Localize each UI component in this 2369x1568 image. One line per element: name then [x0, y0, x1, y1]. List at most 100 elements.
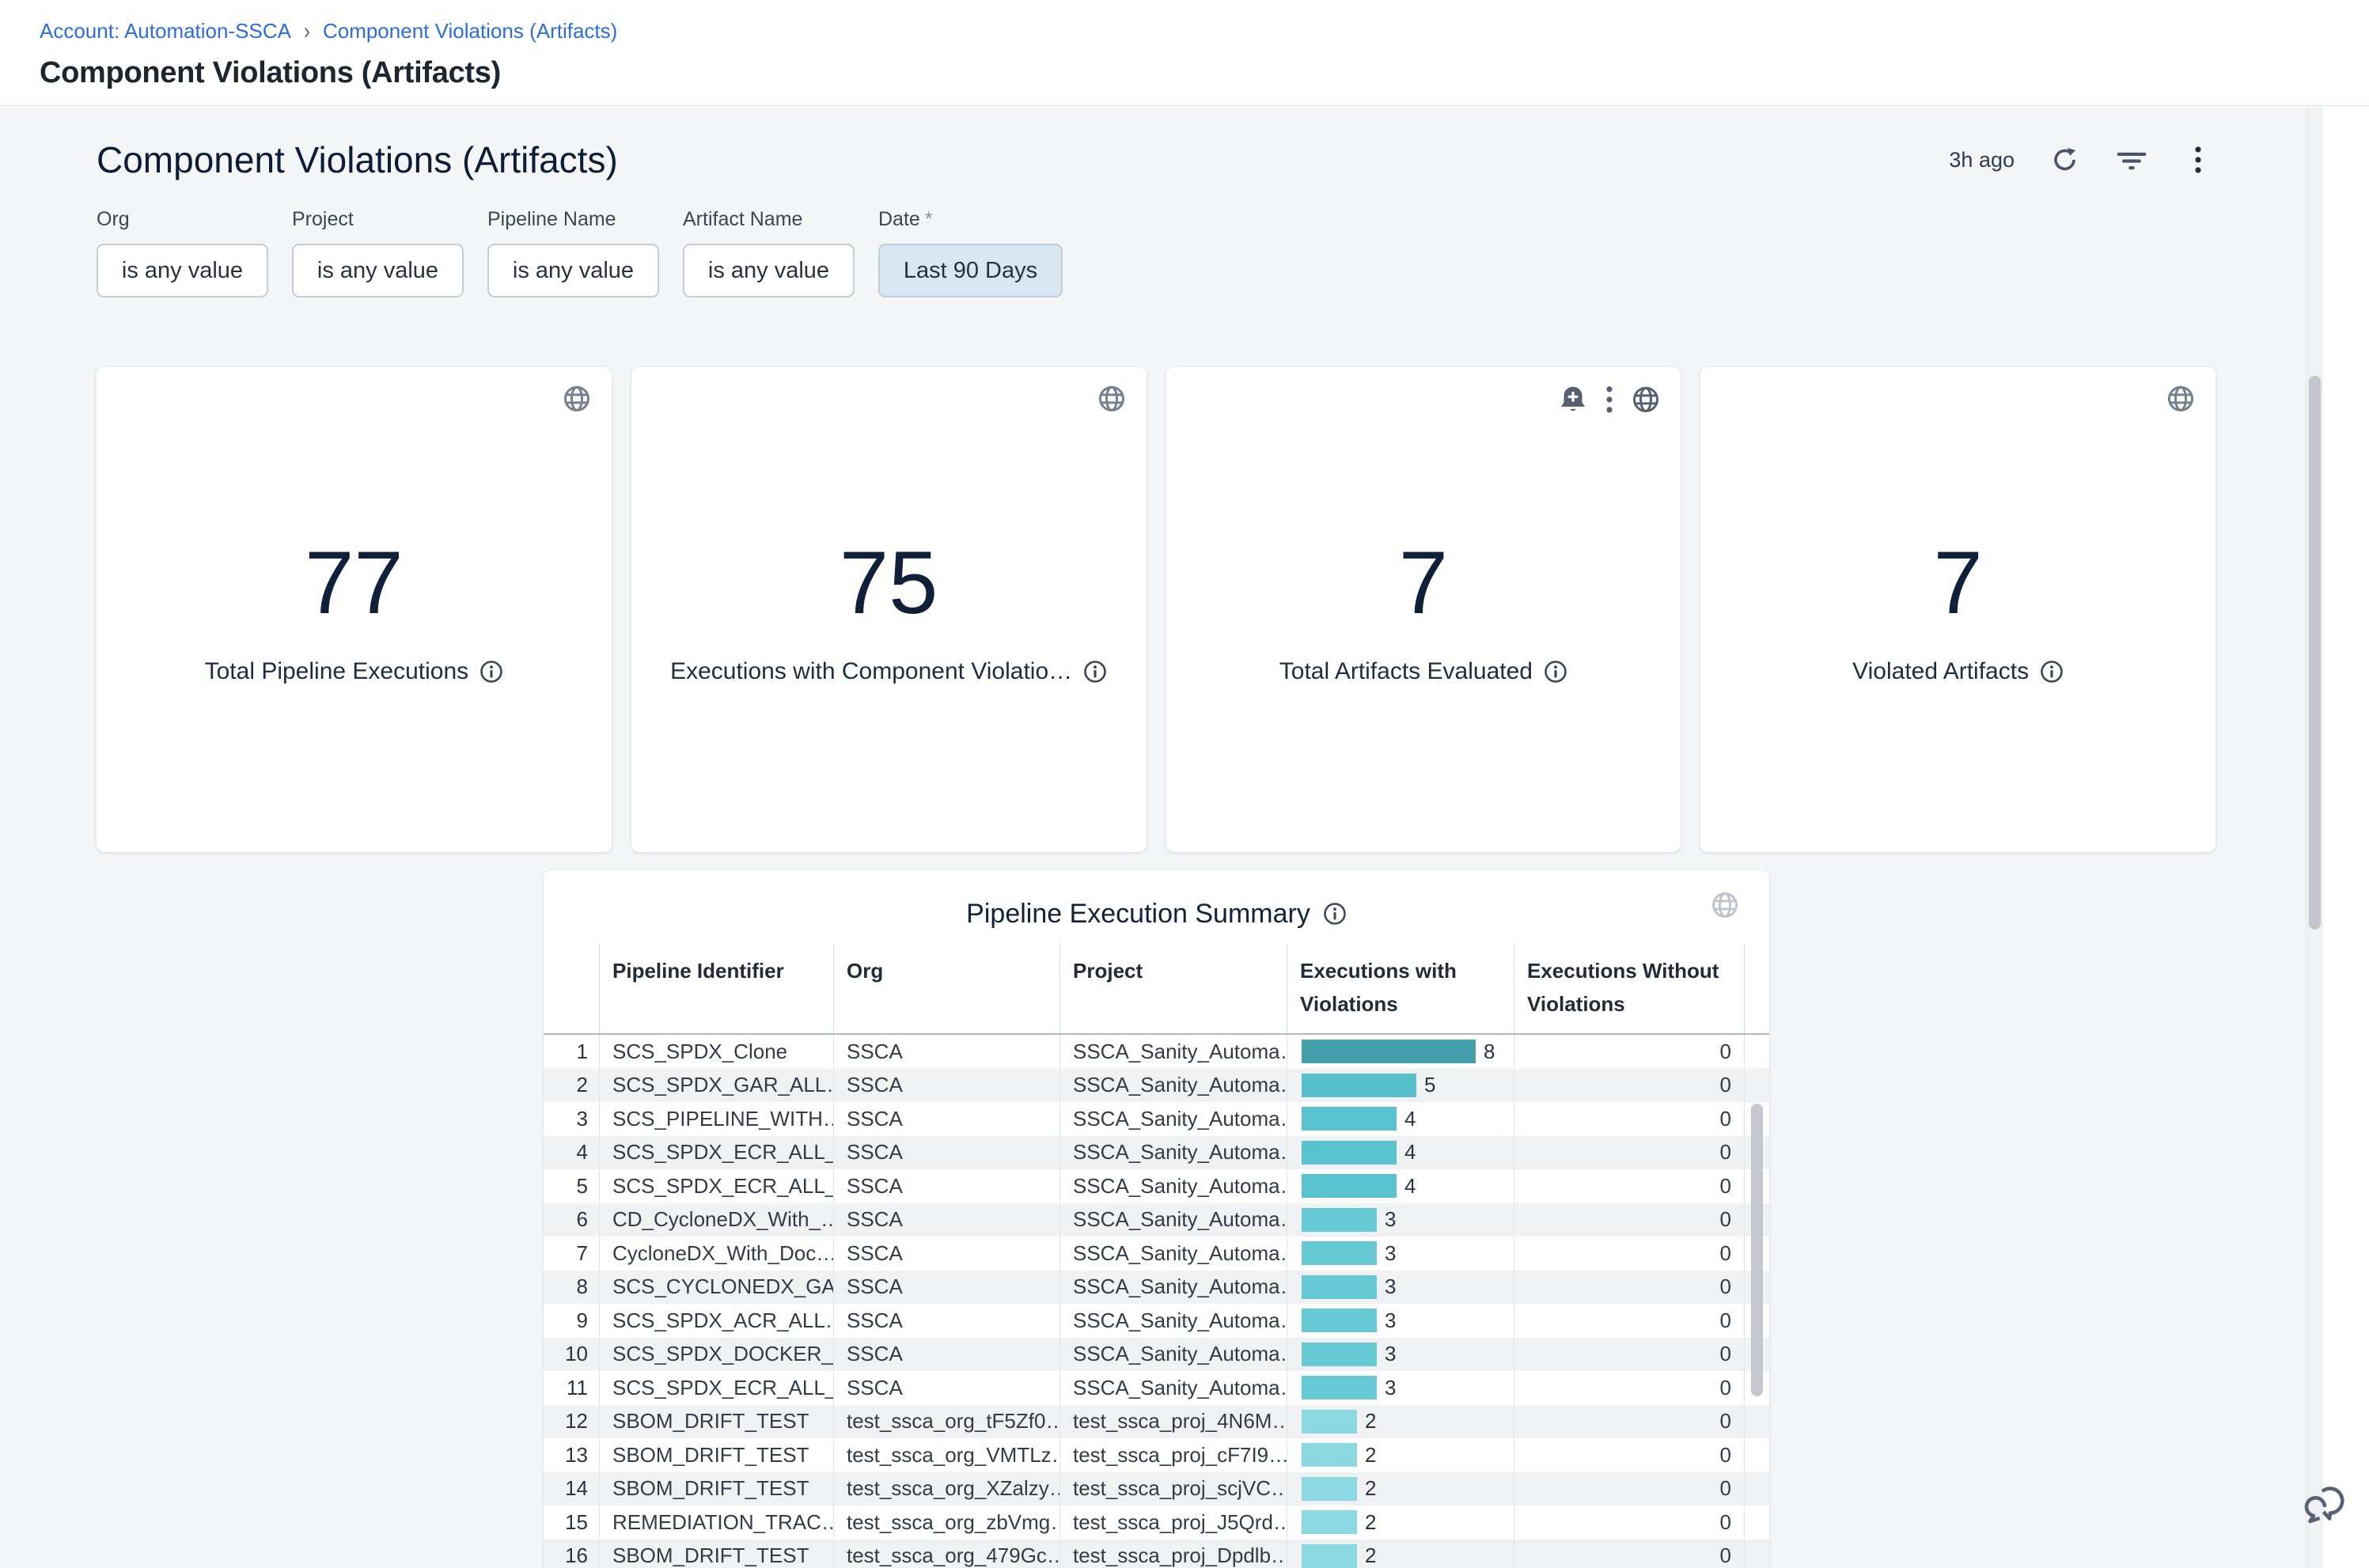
filter-pipeline-name-value-button[interactable]: is any value	[487, 244, 659, 297]
project-cell[interactable]: SSCA_Sanity_Automa…	[1060, 1035, 1287, 1069]
refresh-icon[interactable]	[2049, 144, 2081, 176]
filter-org-value-button[interactable]: is any value	[97, 244, 268, 297]
globe-icon[interactable]	[563, 384, 591, 413]
globe-icon[interactable]	[1711, 891, 1739, 919]
org-cell[interactable]: SSCA	[834, 1338, 1060, 1372]
violations-bar[interactable]	[1302, 1343, 1377, 1366]
violations-bar[interactable]	[1302, 1241, 1377, 1265]
executions-with-violations-cell[interactable]: 2	[1287, 1540, 1514, 1568]
violations-bar[interactable]	[1302, 1477, 1357, 1501]
org-cell[interactable]: SSCA	[834, 1169, 1060, 1203]
project-cell[interactable]: SSCA_Sanity_Automa…	[1060, 1069, 1287, 1103]
pipeline-identifier-cell[interactable]: SCS_SPDX_DOCKER_…	[600, 1338, 834, 1372]
project-cell[interactable]: SSCA_Sanity_Automa…	[1060, 1169, 1287, 1203]
project-cell[interactable]: SSCA_Sanity_Automa…	[1060, 1203, 1287, 1237]
column-header-project[interactable]: Project	[1060, 943, 1287, 1033]
executions-without-violations-cell[interactable]: 0	[1514, 1203, 1745, 1237]
violations-bar[interactable]	[1302, 1275, 1377, 1299]
violations-bar[interactable]	[1302, 1510, 1357, 1534]
executions-with-violations-cell[interactable]: 3	[1287, 1203, 1514, 1237]
executions-with-violations-cell[interactable]: 4	[1287, 1102, 1514, 1136]
org-cell[interactable]: test_ssca_org_tF5Zf0…	[834, 1405, 1060, 1439]
project-cell[interactable]: SSCA_Sanity_Automa…	[1060, 1102, 1287, 1136]
project-cell[interactable]: SSCA_Sanity_Automa…	[1060, 1304, 1287, 1338]
pipeline-identifier-cell[interactable]: SCS_SPDX_ECR_ALL_…	[600, 1371, 834, 1405]
globe-icon[interactable]	[1097, 384, 1126, 413]
org-cell[interactable]: SSCA	[834, 1136, 1060, 1170]
filter-icon[interactable]	[2116, 144, 2147, 176]
pipeline-identifier-cell[interactable]: SBOM_DRIFT_TEST	[600, 1472, 834, 1506]
executions-with-violations-cell[interactable]: 2	[1287, 1506, 1514, 1540]
executions-without-violations-cell[interactable]: 0	[1514, 1472, 1745, 1506]
pipeline-identifier-cell[interactable]: CD_CycloneDX_With_…	[600, 1203, 834, 1237]
executions-with-violations-cell[interactable]: 3	[1287, 1237, 1514, 1271]
org-cell[interactable]: SSCA	[834, 1069, 1060, 1103]
org-cell[interactable]: SSCA	[834, 1203, 1060, 1237]
executions-with-violations-cell[interactable]: 3	[1287, 1338, 1514, 1372]
pipeline-identifier-cell[interactable]: SCS_SPDX_ECR_ALL_…	[600, 1136, 834, 1170]
project-cell[interactable]: SSCA_Sanity_Automa…	[1060, 1271, 1287, 1305]
page-scrollbar-thumb[interactable]	[2309, 376, 2321, 930]
violations-bar[interactable]	[1302, 1376, 1377, 1399]
project-cell[interactable]: SSCA_Sanity_Automa…	[1060, 1136, 1287, 1170]
org-cell[interactable]: test_ssca_org_XZalzy…	[834, 1472, 1060, 1506]
filter-artifact-name-value-button[interactable]: is any value	[683, 244, 855, 297]
executions-without-violations-cell[interactable]: 0	[1514, 1438, 1745, 1472]
executions-without-violations-cell[interactable]: 0	[1514, 1304, 1745, 1338]
violations-bar[interactable]	[1302, 1208, 1377, 1232]
info-icon[interactable]	[1083, 660, 1107, 684]
executions-with-violations-cell[interactable]: 8	[1287, 1035, 1514, 1069]
executions-with-violations-cell[interactable]: 4	[1287, 1136, 1514, 1170]
executions-without-violations-cell[interactable]: 0	[1514, 1506, 1745, 1540]
org-cell[interactable]: SSCA	[834, 1102, 1060, 1136]
info-icon[interactable]	[1323, 902, 1347, 926]
executions-with-violations-cell[interactable]: 3	[1287, 1271, 1514, 1305]
filter-date-value-button[interactable]: Last 90 Days	[878, 244, 1063, 297]
org-cell[interactable]: SSCA	[834, 1371, 1060, 1405]
alert-bell-add-icon[interactable]	[1559, 384, 1587, 415]
column-header-row-number[interactable]	[544, 943, 600, 1033]
project-cell[interactable]: test_ssca_proj_Dpdlb…	[1060, 1540, 1287, 1568]
pipeline-identifier-cell[interactable]: SCS_SPDX_Clone	[600, 1035, 834, 1069]
pipeline-identifier-cell[interactable]: SBOM_DRIFT_TEST	[600, 1405, 834, 1439]
org-cell[interactable]: SSCA	[834, 1304, 1060, 1338]
column-header-pipeline-identifier[interactable]: Pipeline Identifier	[600, 943, 834, 1033]
pipeline-identifier-cell[interactable]: SCS_SPDX_ACR_ALL…	[600, 1304, 834, 1338]
org-cell[interactable]: SSCA	[834, 1035, 1060, 1069]
violations-bar[interactable]	[1302, 1410, 1357, 1434]
breadcrumb-current-link[interactable]: Component Violations (Artifacts)	[323, 19, 617, 44]
executions-with-violations-cell[interactable]: 2	[1287, 1472, 1514, 1506]
info-icon[interactable]	[1544, 660, 1567, 684]
executions-with-violations-cell[interactable]: 2	[1287, 1438, 1514, 1472]
project-cell[interactable]: SSCA_Sanity_Automa…	[1060, 1237, 1287, 1271]
column-header-executions-with-violations[interactable]: Executions with Violations	[1287, 943, 1514, 1033]
project-cell[interactable]: test_ssca_proj_scjVC…	[1060, 1472, 1287, 1506]
pipeline-identifier-cell[interactable]: REMEDIATION_TRAC…	[600, 1506, 834, 1540]
org-cell[interactable]: test_ssca_org_VMTLz…	[834, 1438, 1060, 1472]
project-cell[interactable]: SSCA_Sanity_Automa…	[1060, 1371, 1287, 1405]
project-cell[interactable]: SSCA_Sanity_Automa…	[1060, 1338, 1287, 1372]
project-cell[interactable]: test_ssca_proj_J5Qrd…	[1060, 1506, 1287, 1540]
violations-bar[interactable]	[1302, 1107, 1397, 1131]
executions-without-violations-cell[interactable]: 0	[1514, 1136, 1745, 1170]
pipeline-identifier-cell[interactable]: SCS_SPDX_ECR_ALL_…	[600, 1169, 834, 1203]
kebab-menu-icon[interactable]	[2182, 144, 2214, 176]
executions-without-violations-cell[interactable]: 0	[1514, 1237, 1745, 1271]
column-header-org[interactable]: Org	[834, 943, 1060, 1033]
executions-without-violations-cell[interactable]: 0	[1514, 1102, 1745, 1136]
executions-without-violations-cell[interactable]: 0	[1514, 1338, 1745, 1372]
executions-without-violations-cell[interactable]: 0	[1514, 1271, 1745, 1305]
pipeline-identifier-cell[interactable]: CycloneDX_With_Doc…	[600, 1237, 834, 1271]
violations-bar[interactable]	[1302, 1544, 1357, 1568]
executions-without-violations-cell[interactable]: 0	[1514, 1169, 1745, 1203]
table-scrollbar-thumb[interactable]	[1751, 1104, 1763, 1396]
filter-project-value-button[interactable]: is any value	[292, 244, 464, 297]
info-icon[interactable]	[2040, 660, 2064, 684]
violations-bar[interactable]	[1302, 1074, 1416, 1097]
executions-without-violations-cell[interactable]: 0	[1514, 1371, 1745, 1405]
pipeline-identifier-cell[interactable]: SBOM_DRIFT_TEST	[600, 1540, 834, 1568]
executions-with-violations-cell[interactable]: 5	[1287, 1069, 1514, 1103]
executions-without-violations-cell[interactable]: 0	[1514, 1035, 1745, 1069]
kebab-menu-icon[interactable]	[1605, 385, 1614, 414]
org-cell[interactable]: test_ssca_org_zbVmg…	[834, 1506, 1060, 1540]
